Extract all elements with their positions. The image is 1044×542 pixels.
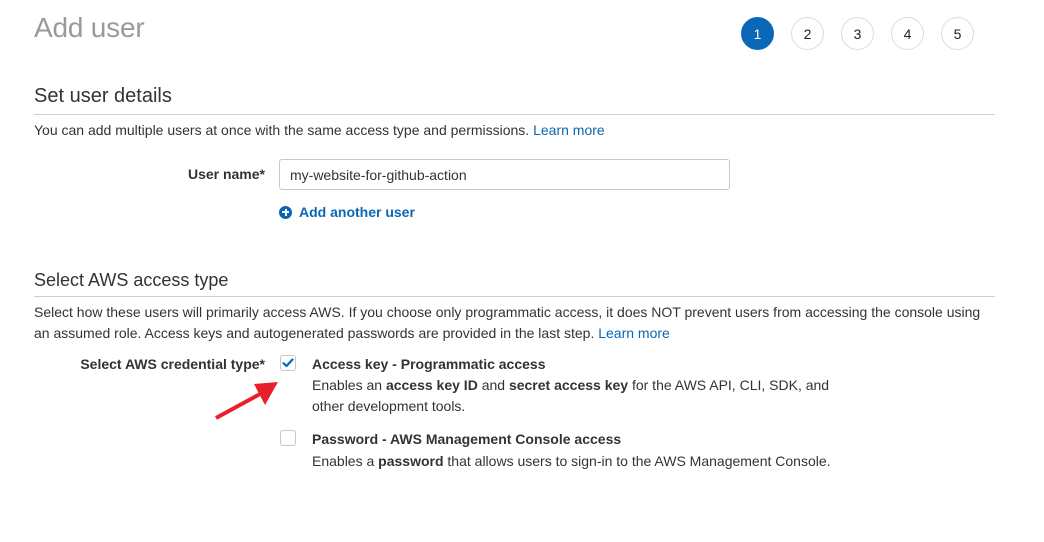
desc-bold: password <box>378 453 444 469</box>
username-input[interactable] <box>279 159 730 190</box>
access-type-description: Select how these users will primarily ac… <box>34 302 999 344</box>
add-another-user-label: Add another user <box>299 204 415 220</box>
step-4[interactable]: 4 <box>891 17 924 50</box>
desc-text: and <box>477 377 509 393</box>
section-divider <box>34 114 995 115</box>
learn-more-link[interactable]: Learn more <box>598 325 670 341</box>
desc-text: Enables an <box>312 377 386 393</box>
section-heading-user-details: Set user details <box>34 85 172 107</box>
access-type-description-text: Select how these users will primarily ac… <box>34 304 981 341</box>
step-2[interactable]: 2 <box>791 17 824 50</box>
step-1[interactable]: 1 <box>741 17 774 50</box>
checkmark-icon <box>282 358 294 368</box>
desc-text: Enables a <box>312 453 379 469</box>
user-details-description: You can add multiple users at once with … <box>34 120 1004 141</box>
password-option-description: Enables a password that allows users to … <box>312 451 872 472</box>
section-heading-access-type: Select AWS access type <box>34 270 229 290</box>
step-5[interactable]: 5 <box>941 17 974 50</box>
section-divider <box>34 296 995 297</box>
desc-text: that allows users to sign-in to the AWS … <box>443 453 831 469</box>
desc-bold: access key ID <box>385 377 478 393</box>
user-details-description-text: You can add multiple users at once with … <box>34 122 530 138</box>
access-key-checkbox[interactable] <box>280 355 296 371</box>
access-key-option-title: Access key - Programmatic access <box>312 356 546 372</box>
access-key-option-description: Enables an access key ID and secret acce… <box>312 375 852 417</box>
password-option-title: Password - AWS Management Console access <box>312 431 622 447</box>
wizard-stepper: 1 2 3 4 5 <box>741 17 974 50</box>
add-another-user-button[interactable]: Add another user <box>279 204 415 220</box>
username-label: User name* <box>187 166 265 182</box>
page-title: Add user <box>34 12 145 43</box>
credential-type-label: Select AWS credential type* <box>80 356 265 372</box>
plus-circle-icon <box>279 205 292 219</box>
step-3[interactable]: 3 <box>841 17 874 50</box>
desc-bold: secret access key <box>508 377 629 393</box>
learn-more-link[interactable]: Learn more <box>533 122 605 138</box>
red-arrow-annotation-icon <box>215 382 278 420</box>
password-checkbox[interactable] <box>280 430 296 446</box>
